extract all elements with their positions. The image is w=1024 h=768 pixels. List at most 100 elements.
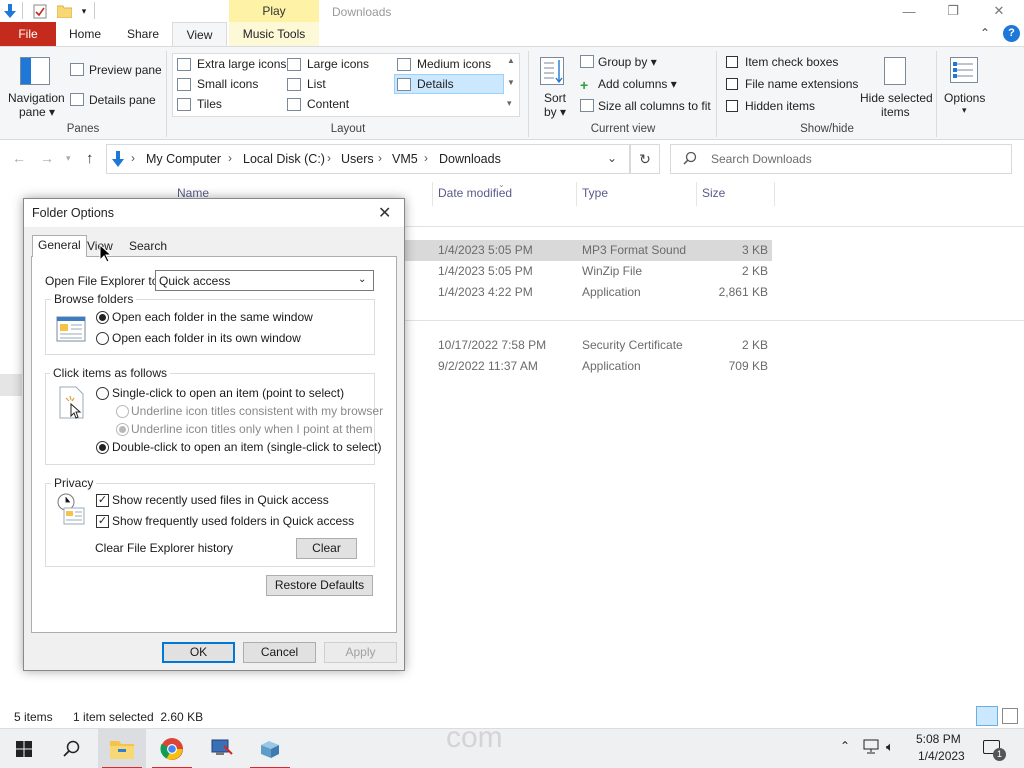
back-arrow-icon[interactable]: ← (12, 150, 26, 166)
underline-browser-radio[interactable] (116, 405, 129, 418)
crumb-vm5[interactable]: VM5 (392, 152, 418, 166)
layout-details[interactable]: Details (394, 74, 504, 94)
search-placeholder: Search Downloads (711, 152, 812, 166)
tab-view[interactable]: View (172, 22, 227, 47)
chrome-taskbar-button[interactable] (148, 729, 196, 768)
title-bar: ▾ Play Downloads — ❐ ✕ (0, 0, 1024, 22)
column-header-size[interactable]: Size (702, 186, 725, 200)
group-label-layout: Layout (330, 123, 366, 135)
extra-large-icons-icon (177, 58, 191, 71)
clock-time[interactable]: 5:08 PM (916, 732, 961, 746)
add-columns-button[interactable]: Add columns ▾ (598, 77, 677, 91)
gallery-scroll-up-icon[interactable]: ▲ (507, 56, 515, 65)
table-row[interactable]: 1/4/2023 5:05 PM WinZip File 2 KB (400, 261, 772, 282)
tab-file[interactable]: File (0, 22, 56, 46)
start-button[interactable] (0, 729, 48, 768)
large-icons-icon (287, 58, 301, 71)
crumb-downloads[interactable]: Downloads (439, 152, 501, 166)
preview-pane-button[interactable]: Preview pane (89, 63, 162, 77)
help-icon[interactable]: ? (1003, 25, 1020, 42)
customize-toolbar-icon[interactable]: ▾ (76, 3, 92, 19)
column-header-type[interactable]: Type (582, 186, 608, 200)
group-by-button[interactable]: Group by ▾ (598, 55, 657, 69)
crumb-local-disk[interactable]: Local Disk (C:) (243, 152, 325, 166)
apply-button[interactable]: Apply (324, 642, 397, 663)
frequent-folders-checkbox[interactable]: ✓ (96, 515, 109, 528)
tab-general[interactable]: General (32, 235, 87, 257)
refresh-icon[interactable]: ↻ (630, 144, 660, 174)
gallery-expand-icon[interactable]: ▾ (507, 98, 512, 109)
volume-icon[interactable]: 🔈︎ (886, 739, 894, 755)
collapse-ribbon-icon[interactable]: ⌃ (980, 26, 990, 40)
double-click-radio[interactable] (96, 441, 109, 454)
same-window-radio[interactable] (96, 311, 109, 324)
app-taskbar-button[interactable] (246, 729, 294, 768)
options-button[interactable]: Options ▾ (940, 53, 992, 119)
forward-arrow-icon[interactable]: → (40, 150, 54, 166)
properties-icon[interactable] (32, 3, 48, 19)
hide-selected-items-button[interactable]: Hide selected items (858, 53, 933, 119)
tab-share[interactable]: Share (116, 22, 170, 46)
clock-date[interactable]: 1/4/2023 (918, 749, 965, 763)
file-explorer-taskbar-button[interactable] (98, 729, 146, 768)
sort-by-button[interactable]: Sort by ▾ (536, 53, 572, 119)
layout-small-icons[interactable]: Small icons (197, 77, 258, 91)
minimize-button[interactable]: — (886, 0, 932, 22)
underline-point-radio[interactable] (116, 423, 129, 436)
open-explorer-select[interactable]: Quick access ⌄ (155, 270, 374, 291)
size-all-columns-button[interactable]: Size all columns to fit (598, 99, 711, 113)
navigation-pane-selection[interactable] (0, 374, 22, 396)
close-button[interactable]: ✕ (976, 0, 1022, 22)
layout-content[interactable]: Content (307, 97, 349, 111)
column-divider[interactable] (432, 182, 433, 206)
table-row[interactable]: 9/2/2022 11:37 AM Application 709 KB (400, 356, 772, 377)
large-icons-view-icon[interactable] (1002, 708, 1018, 724)
recent-locations-icon[interactable]: ▾ (66, 153, 71, 164)
layout-extra-large-icons[interactable]: Extra large icons (197, 57, 286, 71)
dialog-close-icon[interactable]: ✕ (378, 203, 391, 223)
layout-medium-icons[interactable]: Medium icons (417, 57, 491, 71)
address-bar[interactable]: › My Computer › Local Disk (C:) › Users … (106, 144, 630, 174)
details-pane-button[interactable]: Details pane (89, 93, 156, 107)
search-button[interactable] (48, 729, 96, 768)
recent-files-checkbox[interactable]: ✓ (96, 494, 109, 507)
column-header-date-modified[interactable]: Date modified (438, 186, 512, 200)
navigation-pane-button[interactable]: Navigation pane ▾ (6, 49, 66, 119)
table-row[interactable]: 1/4/2023 4:22 PM Application 2,861 KB (400, 282, 772, 303)
details-view-icon[interactable] (976, 706, 998, 726)
show-hidden-icons-icon[interactable]: ⌃ (840, 739, 850, 753)
item-check-boxes-checkbox[interactable] (726, 56, 738, 68)
network-icon[interactable] (862, 739, 880, 758)
tab-music-tools[interactable]: Music Tools (229, 22, 319, 46)
new-folder-icon[interactable] (56, 3, 72, 19)
gallery-scroll-down-icon[interactable]: ▼ (507, 78, 515, 87)
tab-home[interactable]: Home (60, 22, 110, 46)
up-arrow-icon[interactable]: ↑ (86, 150, 94, 167)
hidden-items-checkbox[interactable] (726, 100, 738, 112)
maximize-button[interactable]: ❐ (930, 0, 976, 22)
crumb-my-computer[interactable]: My Computer (146, 152, 221, 166)
table-row[interactable]: 10/17/2022 7:58 PM Security Certificate … (400, 335, 772, 356)
separator (166, 51, 167, 137)
cancel-button[interactable]: Cancel (243, 642, 316, 663)
address-dropdown-icon[interactable]: ⌄ (607, 151, 617, 165)
own-window-radio[interactable] (96, 332, 109, 345)
layout-tiles[interactable]: Tiles (197, 97, 222, 111)
ok-button[interactable]: OK (162, 642, 235, 663)
table-row[interactable]: 1/4/2023 5:05 PM MP3 Format Sound 3 KB (400, 240, 772, 261)
column-divider[interactable] (774, 182, 775, 206)
file-name-extensions-checkbox[interactable] (726, 78, 738, 90)
restore-defaults-button[interactable]: Restore Defaults (266, 575, 373, 596)
crumb-users[interactable]: Users (341, 152, 374, 166)
layout-list[interactable]: List (307, 77, 326, 91)
layout-large-icons[interactable]: Large icons (307, 57, 369, 71)
search-box[interactable]: Search Downloads (670, 144, 1012, 174)
column-divider[interactable] (696, 182, 697, 206)
single-click-radio[interactable] (96, 387, 109, 400)
network-app-taskbar-button[interactable] (198, 729, 246, 768)
down-arrow-icon[interactable] (2, 3, 18, 19)
clear-history-button[interactable]: Clear (296, 538, 357, 559)
tab-search[interactable]: Search (124, 237, 172, 257)
click-items-group: Click items as follows Single-click to o… (45, 366, 383, 465)
column-divider[interactable] (576, 182, 577, 206)
